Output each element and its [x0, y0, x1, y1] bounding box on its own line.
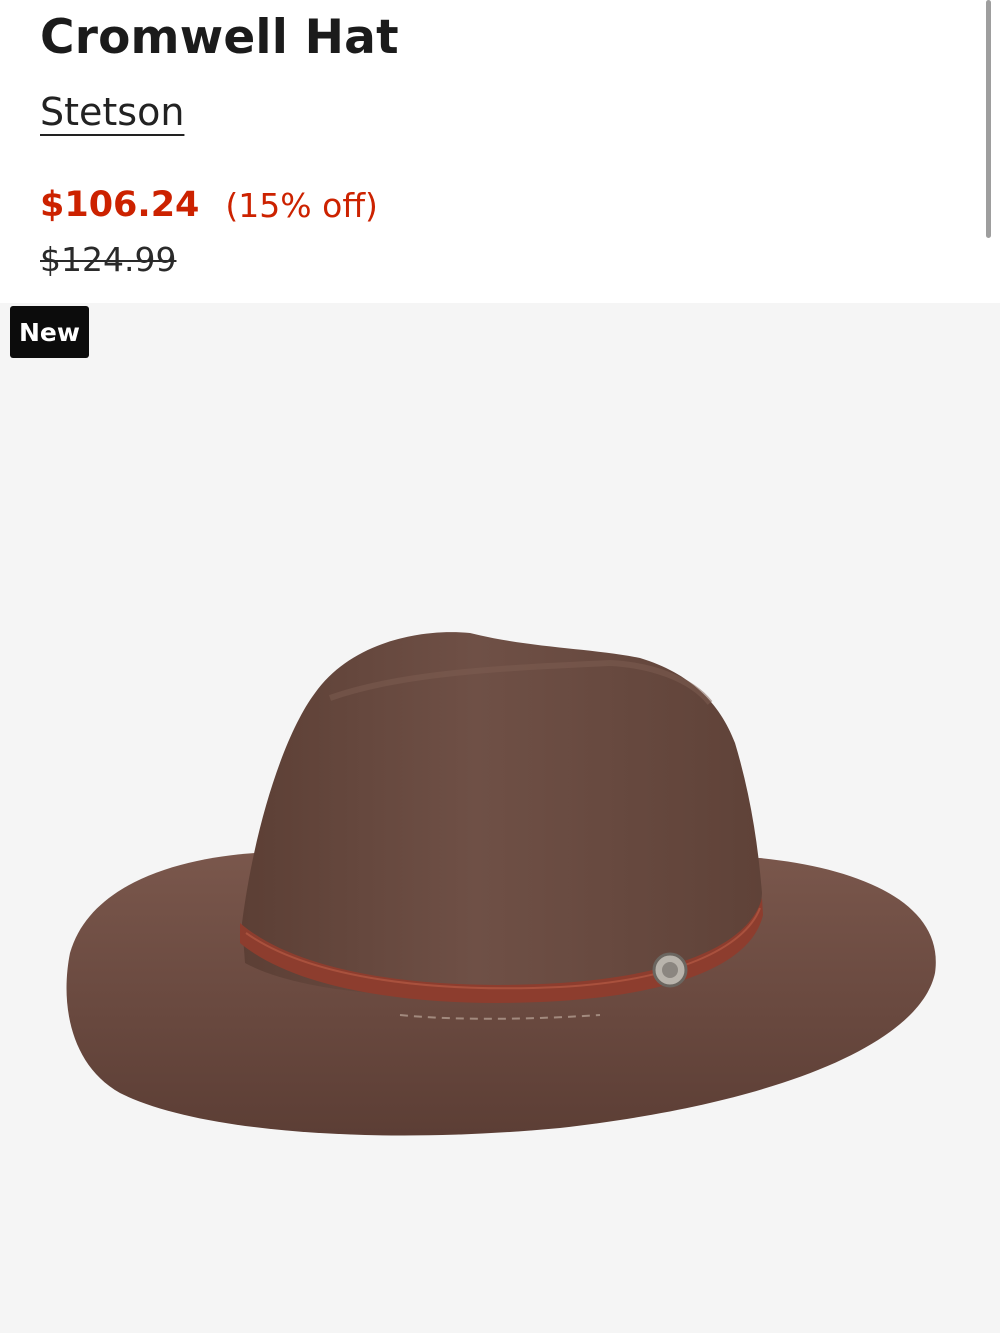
scrollbar[interactable] [986, 0, 991, 238]
product-header: Cromwell Hat Stetson $106.24 (15% off) $… [0, 0, 1000, 303]
brand-link[interactable]: Stetson [40, 88, 184, 136]
brown-felt-hat-image [66, 632, 936, 1136]
new-badge: New [10, 306, 89, 358]
discount-percent: (15% off) [225, 185, 378, 225]
sale-price: $106.24 [40, 185, 200, 225]
product-image[interactable] [0, 303, 1000, 1333]
hat-crown [242, 632, 762, 997]
product-title: Cromwell Hat [40, 10, 399, 65]
price-row: $106.24 (15% off) [40, 180, 378, 230]
original-price: $124.99 [40, 240, 177, 279]
